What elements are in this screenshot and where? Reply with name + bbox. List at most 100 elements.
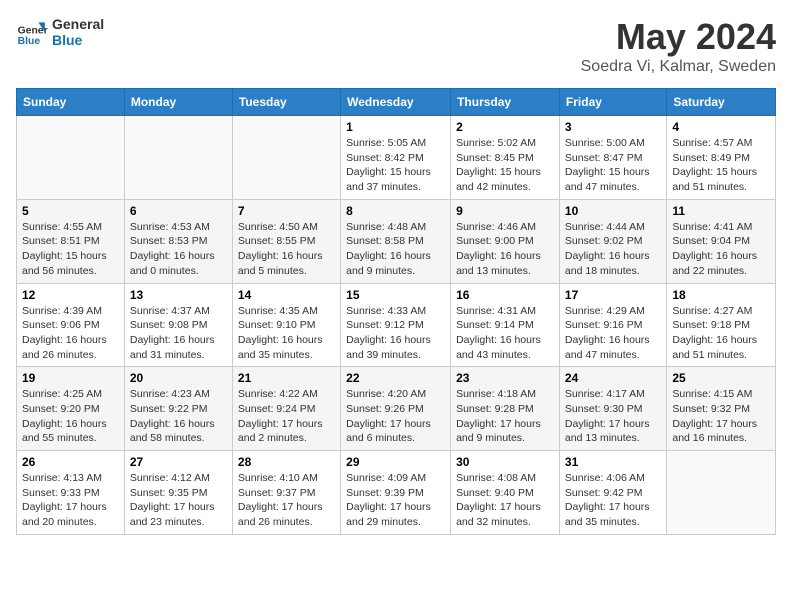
day-info: Sunrise: 4:12 AM Sunset: 9:35 PM Dayligh…: [130, 471, 227, 530]
day-info: Sunrise: 4:06 AM Sunset: 9:42 PM Dayligh…: [565, 471, 661, 530]
column-header-saturday: Saturday: [667, 89, 776, 116]
day-number: 19: [22, 371, 119, 385]
day-info: Sunrise: 4:29 AM Sunset: 9:16 PM Dayligh…: [565, 304, 661, 363]
day-info: Sunrise: 4:13 AM Sunset: 9:33 PM Dayligh…: [22, 471, 119, 530]
page-header: General Blue General Blue May 2024 Soedr…: [16, 16, 776, 76]
day-info: Sunrise: 4:50 AM Sunset: 8:55 PM Dayligh…: [238, 220, 335, 279]
day-cell: 18Sunrise: 4:27 AM Sunset: 9:18 PM Dayli…: [667, 283, 776, 367]
day-info: Sunrise: 4:35 AM Sunset: 9:10 PM Dayligh…: [238, 304, 335, 363]
day-info: Sunrise: 4:46 AM Sunset: 9:00 PM Dayligh…: [456, 220, 554, 279]
day-cell: 15 Sunrise: 4:33 AM Sunset: 9:12 PM Dayli…: [341, 283, 451, 367]
day-cell: 29 Sunrise: 4:09 AM Sunset: 9:39 PM Dayli…: [341, 451, 451, 535]
day-cell: 21 Sunrise: 4:22 AM Sunset: 9:24 PM Dayli…: [232, 367, 340, 451]
day-number: 10: [565, 204, 661, 218]
day-cell: 8 Sunrise: 4:48 AM Sunset: 8:58 PM Daylig…: [341, 199, 451, 283]
title-block: May 2024 Soedra Vi, Kalmar, Sweden: [581, 16, 776, 76]
day-cell: 14 Sunrise: 4:35 AM Sunset: 9:10 PM Dayli…: [232, 283, 340, 367]
day-cell: 11 Sunrise: 4:41 AM Sunset: 9:04 PM Dayli…: [667, 199, 776, 283]
day-cell: [17, 116, 125, 200]
day-number: 25: [672, 371, 770, 385]
column-header-sunday: Sunday: [17, 89, 125, 116]
day-cell: 24 Sunrise: 4:17 AM Sunset: 9:30 PM Dayli…: [559, 367, 666, 451]
day-cell: [232, 116, 340, 200]
day-number: 11: [672, 204, 770, 218]
day-cell: 17 Sunrise: 4:29 AM Sunset: 9:16 PM Dayli…: [559, 283, 666, 367]
day-info: Sunrise: 4:18 AM Sunset: 9:28 PM Dayligh…: [456, 387, 554, 446]
day-info: Sunrise: 4:20 AM Sunset: 9:26 PM Dayligh…: [346, 387, 445, 446]
day-cell: 2 Sunrise: 5:02 AM Sunset: 8:45 PM Daylig…: [451, 116, 560, 200]
day-cell: 6 Sunrise: 4:53 AM Sunset: 8:53 PM Daylig…: [124, 199, 232, 283]
day-info: Sunrise: 4:41 AM Sunset: 9:04 PM Dayligh…: [672, 220, 770, 279]
week-row-4: 19 Sunrise: 4:25 AM Sunset: 9:20 PM Dayli…: [17, 367, 776, 451]
day-cell: 5Sunrise: 4:55 AM Sunset: 8:51 PM Daylig…: [17, 199, 125, 283]
day-number: 24: [565, 371, 661, 385]
day-number: 26: [22, 455, 119, 469]
day-cell: 23Sunrise: 4:18 AM Sunset: 9:28 PM Dayli…: [451, 367, 560, 451]
day-cell: [124, 116, 232, 200]
column-header-tuesday: Tuesday: [232, 89, 340, 116]
day-info: Sunrise: 4:55 AM Sunset: 8:51 PM Dayligh…: [22, 220, 119, 279]
column-header-friday: Friday: [559, 89, 666, 116]
day-info: Sunrise: 4:39 AM Sunset: 9:06 PM Dayligh…: [22, 304, 119, 363]
day-number: 28: [238, 455, 335, 469]
day-number: 1: [346, 120, 445, 134]
logo-line2: Blue: [52, 32, 104, 48]
day-info: Sunrise: 4:53 AM Sunset: 8:53 PM Dayligh…: [130, 220, 227, 279]
day-cell: 3Sunrise: 5:00 AM Sunset: 8:47 PM Daylig…: [559, 116, 666, 200]
day-info: Sunrise: 4:37 AM Sunset: 9:08 PM Dayligh…: [130, 304, 227, 363]
day-cell: 16 Sunrise: 4:31 AM Sunset: 9:14 PM Dayli…: [451, 283, 560, 367]
day-info: Sunrise: 4:22 AM Sunset: 9:24 PM Dayligh…: [238, 387, 335, 446]
logo-line1: General: [52, 16, 104, 32]
day-cell: 7Sunrise: 4:50 AM Sunset: 8:55 PM Daylig…: [232, 199, 340, 283]
day-cell: 9Sunrise: 4:46 AM Sunset: 9:00 PM Daylig…: [451, 199, 560, 283]
day-info: Sunrise: 5:02 AM Sunset: 8:45 PM Dayligh…: [456, 136, 554, 195]
day-number: 4: [672, 120, 770, 134]
day-number: 30: [456, 455, 554, 469]
day-info: Sunrise: 4:27 AM Sunset: 9:18 PM Dayligh…: [672, 304, 770, 363]
day-info: Sunrise: 4:08 AM Sunset: 9:40 PM Dayligh…: [456, 471, 554, 530]
day-number: 27: [130, 455, 227, 469]
day-info: Sunrise: 4:33 AM Sunset: 9:12 PM Dayligh…: [346, 304, 445, 363]
day-info: Sunrise: 4:09 AM Sunset: 9:39 PM Dayligh…: [346, 471, 445, 530]
day-cell: 1 Sunrise: 5:05 AM Sunset: 8:42 PM Daylig…: [341, 116, 451, 200]
day-number: 3: [565, 120, 661, 134]
day-cell: 22 Sunrise: 4:20 AM Sunset: 9:26 PM Dayli…: [341, 367, 451, 451]
calendar-table: SundayMondayTuesdayWednesdayThursdayFrid…: [16, 88, 776, 535]
day-info: Sunrise: 4:31 AM Sunset: 9:14 PM Dayligh…: [456, 304, 554, 363]
column-header-thursday: Thursday: [451, 89, 560, 116]
day-number: 2: [456, 120, 554, 134]
day-info: Sunrise: 4:17 AM Sunset: 9:30 PM Dayligh…: [565, 387, 661, 446]
day-info: Sunrise: 4:10 AM Sunset: 9:37 PM Dayligh…: [238, 471, 335, 530]
day-number: 21: [238, 371, 335, 385]
day-info: Sunrise: 4:48 AM Sunset: 8:58 PM Dayligh…: [346, 220, 445, 279]
day-number: 22: [346, 371, 445, 385]
day-info: Sunrise: 4:25 AM Sunset: 9:20 PM Dayligh…: [22, 387, 119, 446]
day-info: Sunrise: 5:05 AM Sunset: 8:42 PM Dayligh…: [346, 136, 445, 195]
day-cell: 19 Sunrise: 4:25 AM Sunset: 9:20 PM Dayli…: [17, 367, 125, 451]
svg-text:Blue: Blue: [18, 36, 41, 47]
day-info: Sunrise: 4:15 AM Sunset: 9:32 PM Dayligh…: [672, 387, 770, 446]
day-number: 15: [346, 288, 445, 302]
day-cell: 28 Sunrise: 4:10 AM Sunset: 9:37 PM Dayli…: [232, 451, 340, 535]
week-row-5: 26 Sunrise: 4:13 AM Sunset: 9:33 PM Dayli…: [17, 451, 776, 535]
logo-icon: General Blue: [16, 16, 48, 48]
month-title: May 2024: [581, 16, 776, 58]
day-number: 13: [130, 288, 227, 302]
day-number: 12: [22, 288, 119, 302]
day-number: 8: [346, 204, 445, 218]
logo: General Blue General Blue: [16, 16, 104, 48]
day-cell: 12 Sunrise: 4:39 AM Sunset: 9:06 PM Dayli…: [17, 283, 125, 367]
day-cell: 4 Sunrise: 4:57 AM Sunset: 8:49 PM Daylig…: [667, 116, 776, 200]
day-number: 6: [130, 204, 227, 218]
day-cell: 26 Sunrise: 4:13 AM Sunset: 9:33 PM Dayli…: [17, 451, 125, 535]
day-cell: 10Sunrise: 4:44 AM Sunset: 9:02 PM Dayli…: [559, 199, 666, 283]
column-header-monday: Monday: [124, 89, 232, 116]
day-number: 17: [565, 288, 661, 302]
day-number: 16: [456, 288, 554, 302]
day-cell: 30 Sunrise: 4:08 AM Sunset: 9:40 PM Dayli…: [451, 451, 560, 535]
day-number: 14: [238, 288, 335, 302]
day-number: 29: [346, 455, 445, 469]
day-info: Sunrise: 4:57 AM Sunset: 8:49 PM Dayligh…: [672, 136, 770, 195]
day-number: 31: [565, 455, 661, 469]
header-row: SundayMondayTuesdayWednesdayThursdayFrid…: [17, 89, 776, 116]
